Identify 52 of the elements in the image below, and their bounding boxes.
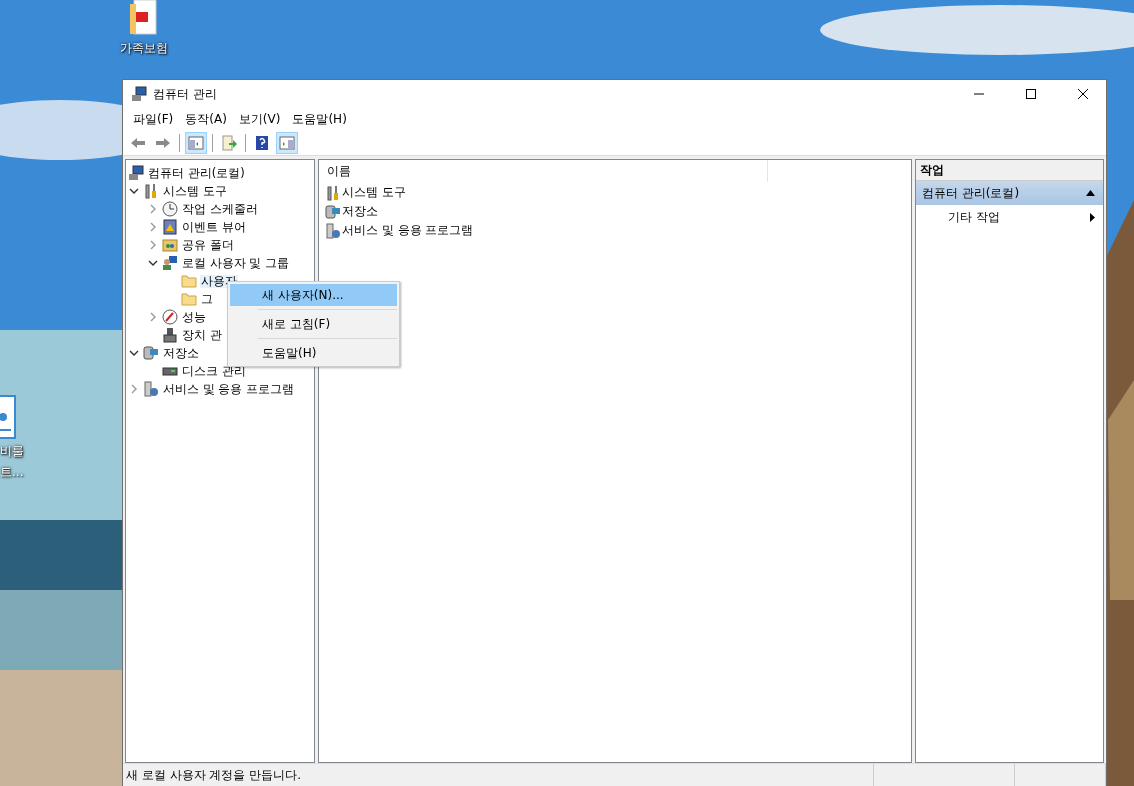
list-item[interactable]: 서비스 및 응용 프로그램 [342, 222, 474, 239]
tools-icon [325, 184, 341, 201]
actions-section[interactable]: 컴퓨터 관리(로컬) [916, 181, 1103, 205]
menu-item[interactable]: 도움말(H) [286, 108, 353, 130]
storage-icon [143, 345, 159, 361]
gauge-icon [162, 309, 178, 325]
maximize-icon [1026, 89, 1036, 99]
computer-icon [131, 86, 147, 102]
context-menu-item[interactable]: 새 사용자(N)... [230, 284, 397, 306]
tree-item[interactable]: 성능 [181, 310, 207, 324]
menu-item[interactable]: 파일(F) [127, 108, 180, 130]
tools-icon [143, 183, 159, 199]
computer-icon [128, 165, 144, 181]
tree-item[interactable]: 이벤트 뷰어 [181, 220, 247, 234]
status-text: 새 로컬 사용자 계정을 만듭니다. [126, 766, 302, 784]
tree-item[interactable]: 저장소 [162, 346, 200, 360]
storage-icon [325, 203, 341, 220]
device-icon [162, 327, 178, 343]
tree-item[interactable]: 작업 스케줄러 [181, 202, 259, 216]
tree-item[interactable]: 디스크 관리 [181, 364, 247, 378]
tree-item[interactable]: 컴퓨터 관리(로컬) [147, 166, 246, 180]
context-menu-item[interactable]: 도움말(H) [230, 342, 397, 364]
tree-item[interactable]: 서비스 및 응용 프로그램 [162, 382, 295, 396]
list-item[interactable]: 시스템 도구 [342, 184, 406, 201]
tree-pane-icon [188, 134, 204, 151]
export-list-icon [221, 134, 237, 151]
clock-icon [162, 201, 178, 217]
folder-icon [181, 273, 197, 289]
submenu-arrow-icon [1090, 212, 1095, 222]
users-icon [162, 255, 178, 271]
services-icon [325, 222, 341, 239]
help-icon [254, 134, 270, 151]
folder-icon [181, 291, 197, 307]
document-icon[interactable] [0, 395, 16, 439]
log-icon [162, 219, 178, 235]
services-icon [143, 381, 159, 397]
menu-item[interactable]: 보기(V) [232, 108, 287, 130]
actions-header: 작업 [916, 160, 1103, 181]
action-item[interactable]: 기타 작업 [948, 208, 1000, 226]
tree-item[interactable]: 로컬 사용자 및 그룹 [181, 256, 290, 270]
tree-item[interactable]: 장치 관 [181, 328, 223, 342]
list-item[interactable]: 저장소 [342, 203, 378, 220]
tree-item[interactable]: 시스템 도구 [162, 184, 228, 198]
close-icon [1078, 89, 1088, 99]
menu-item[interactable]: 동작(A) [179, 108, 233, 130]
column-header[interactable]: 이름 [319, 160, 768, 182]
window-title: 컴퓨터 관리 [153, 85, 218, 103]
tree-item[interactable]: 그 [200, 292, 214, 306]
action-pane-icon [279, 134, 295, 151]
shared-folder-icon [162, 237, 178, 253]
context-menu-item[interactable]: 새로 고침(F) [230, 313, 397, 335]
tree-item[interactable]: 공유 폴더 [181, 238, 235, 252]
